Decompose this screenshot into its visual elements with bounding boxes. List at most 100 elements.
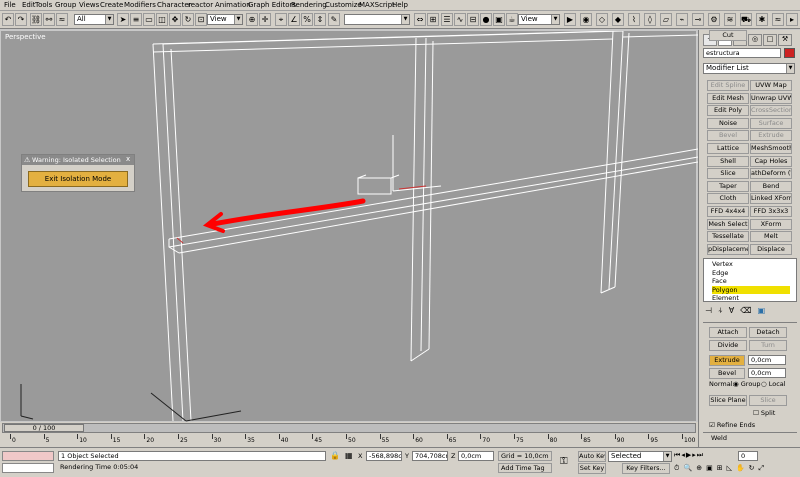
exit-isolation-mode-button[interactable]: Exit Isolation Mode (28, 171, 128, 187)
object-color-swatch[interactable] (784, 48, 795, 58)
select-by-name-icon[interactable]: ≡ (130, 13, 142, 26)
reactor-deform-icon[interactable]: ◊ (644, 13, 656, 26)
menu-item-views[interactable]: Views (79, 1, 99, 9)
display-tab-icon[interactable]: □ (763, 34, 777, 46)
reactor-motor-icon[interactable]: ⚙ (708, 13, 720, 26)
configure-sets-icon[interactable]: ▣ (758, 306, 766, 318)
modifier-button-cap-holes[interactable]: Cap Holes (750, 155, 792, 167)
reactor-dashpot-icon[interactable]: ⊸ (692, 13, 704, 26)
modifier-button-extrude[interactable]: Extrude (750, 130, 792, 142)
unlink-icon[interactable]: ⚯ (43, 13, 55, 26)
make-unique-icon[interactable]: ∀ (729, 306, 734, 318)
modifier-list-dropdown[interactable]: Modifier List ▼ (703, 63, 795, 74)
refine-ends-checkbox[interactable]: ☑ Refine Ends (709, 421, 755, 429)
modifier-button-noise[interactable]: Noise (707, 117, 749, 129)
divide-button[interactable]: Divide (709, 340, 747, 351)
object-name-field[interactable]: estructura (703, 48, 781, 58)
modifier-button-xform[interactable]: XForm (750, 218, 792, 230)
time-configuration-icon[interactable]: ⏱ (674, 464, 679, 476)
pan-icon[interactable]: ✋ (736, 464, 745, 476)
show-end-result-icon[interactable]: ⍭ (718, 306, 723, 318)
key-mode-dropdown[interactable]: Selected ▼ (608, 451, 672, 462)
modifier-button-bevel[interactable]: Bevel (707, 130, 749, 142)
reactor-preview-icon[interactable]: ▸ (786, 13, 798, 26)
modifier-button-linked-xform[interactable]: Linked XForm (750, 193, 792, 205)
split-checkbox[interactable]: ☐ Split (753, 409, 775, 417)
next-frame-icon[interactable]: ▸ (692, 451, 696, 463)
go-to-end-icon[interactable]: ⏭ (697, 451, 703, 463)
menu-item-customize[interactable]: Customize (325, 1, 362, 9)
render-type-dropdown[interactable]: View ▼ (518, 14, 560, 25)
remove-modifier-icon[interactable]: ⌫ (740, 306, 751, 318)
time-slider-track[interactable]: 0 / 100 (2, 423, 696, 433)
previous-frame-icon[interactable]: ◂ (681, 451, 685, 463)
zoom-extents-icon[interactable]: ▣ (706, 464, 713, 476)
menu-item-group[interactable]: Group (55, 1, 76, 9)
menu-item-reactor[interactable]: reactor (188, 1, 213, 9)
key-filters-button[interactable]: Key Filters... (622, 463, 670, 474)
snaps-toggle-icon[interactable]: ⌖ (275, 13, 287, 26)
reactor-wind-icon[interactable]: ≋ (724, 13, 736, 26)
absolute-mode-icon[interactable]: ▦ (345, 451, 353, 460)
x-coordinate-field[interactable]: -568,898cm (366, 451, 402, 461)
dialog-title-bar[interactable]: Warning: Isolated Selection (22, 155, 134, 165)
maxscript-listener-mini[interactable] (2, 451, 54, 461)
modifier-button-mesh-select[interactable]: Mesh Select (707, 218, 749, 230)
menu-item-animation[interactable]: Animation (215, 1, 251, 9)
reference-coordinate-dropdown[interactable]: View ▼ (207, 14, 243, 25)
align-icon[interactable]: ⊞ (427, 13, 439, 26)
extrude-button[interactable]: Extrude (709, 355, 745, 366)
quick-render-icon[interactable]: ☕ (506, 13, 518, 26)
material-editor-icon[interactable]: ● (480, 13, 492, 26)
menu-item-character[interactable]: Character (157, 1, 192, 9)
modifier-button-taper[interactable]: Taper (707, 180, 749, 192)
attach-button[interactable]: Attach (709, 327, 747, 338)
set-key-button[interactable]: Set Key (578, 463, 606, 474)
zoom-all-icon[interactable]: ⊕ (696, 464, 702, 476)
sub-object-element[interactable]: Element (712, 294, 790, 301)
reactor-plane-icon[interactable]: ▱ (660, 13, 672, 26)
modifier-button-athdeform-ws[interactable]: athDeform (WS (750, 168, 792, 180)
layer-manager-icon[interactable]: ☰ (441, 13, 453, 26)
angle-snap-icon[interactable]: ∠ (288, 13, 300, 26)
perspective-viewport[interactable]: Perspective (0, 30, 698, 422)
named-selection-sets-dropdown[interactable]: ▼ (344, 14, 410, 25)
rotate-icon[interactable]: ↻ (182, 13, 194, 26)
modifier-button-unwrap-uvw[interactable]: Unwrap UVW (750, 92, 792, 104)
selection-filter-dropdown[interactable]: All ▼ (74, 14, 114, 25)
sub-object-edge[interactable]: Edge (712, 269, 790, 277)
menu-item-tools[interactable]: Tools (35, 1, 52, 9)
bind-space-warp-icon[interactable]: ≈ (56, 13, 68, 26)
modifier-button-uvw-map[interactable]: UVW Map (750, 80, 792, 91)
modifier-button-ffd-4x4x4[interactable]: FFD 4x4x4 (707, 206, 749, 217)
maxscript-input[interactable] (2, 463, 54, 473)
turn-button[interactable]: Turn (749, 340, 787, 351)
slice-button[interactable]: Slice (749, 395, 787, 406)
edit-named-selection-icon[interactable]: ✎ (328, 13, 340, 26)
play-icon[interactable]: ▶ (686, 451, 691, 463)
reactor-softbody-icon[interactable]: ◆ (612, 13, 624, 26)
sub-object-vertex[interactable]: Vertex (712, 260, 790, 268)
menu-item-file[interactable]: File (4, 1, 16, 9)
reactor-fracture-icon[interactable]: ✱ (756, 13, 768, 26)
current-frame-field[interactable]: 0 (738, 451, 758, 461)
lock-selection-icon[interactable]: 🔒 (330, 451, 340, 460)
normal-local-radio[interactable]: ○ Local (761, 380, 786, 388)
cut-button[interactable]: Cut (709, 30, 747, 41)
menu-item-create[interactable]: Create (100, 1, 123, 9)
zoom-icon[interactable]: 🔍 (683, 464, 692, 476)
menu-item-modifiers[interactable]: Modifiers (124, 1, 156, 9)
modifier-button-bend[interactable]: Bend (750, 180, 792, 192)
render-last-icon[interactable]: ▶ (564, 13, 576, 26)
motion-tab-icon[interactable]: ◎ (748, 34, 762, 46)
modifier-button-displace[interactable]: Displace (750, 243, 792, 255)
modifier-button-edit-mesh[interactable]: Edit Mesh (707, 92, 749, 104)
render-scene-icon[interactable]: ▣ (493, 13, 505, 26)
add-time-tag-button[interactable]: Add Time Tag (498, 463, 552, 473)
select-object-icon[interactable]: ➤ (117, 13, 129, 26)
modifier-stack-list[interactable]: Vertex Edge Face Polygon Element (703, 258, 797, 302)
menu-item-edit[interactable]: Edit (22, 1, 36, 9)
window-crossing-icon[interactable]: ◫ (156, 13, 168, 26)
reactor-toy-car-icon[interactable]: ⛟ (740, 13, 752, 26)
schematic-view-icon[interactable]: ⊟ (467, 13, 479, 26)
